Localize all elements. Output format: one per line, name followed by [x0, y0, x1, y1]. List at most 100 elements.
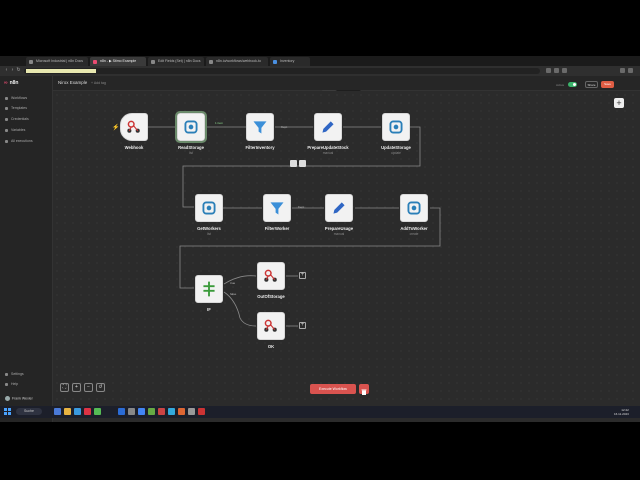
node-label: OutOfStorage: [257, 294, 285, 299]
node-webhook[interactable]: [120, 113, 148, 141]
browser-tab[interactable]: Inventory: [270, 57, 310, 66]
node-if[interactable]: [195, 275, 223, 303]
node-addtoworker[interactable]: [400, 194, 428, 222]
add-node-on-edge-button[interactable]: [290, 160, 297, 167]
sidebar-item-all-executions[interactable]: All executions: [5, 139, 33, 143]
sidebar-item-workflows[interactable]: Workflows: [5, 96, 27, 100]
workflow-name[interactable]: Nirox Example: [58, 80, 87, 85]
node-label: ReadStorage: [178, 145, 204, 150]
taskbar-app-icon[interactable]: [168, 408, 175, 415]
sidebar-item-help[interactable]: Help: [5, 382, 18, 386]
favicon-icon: [209, 60, 213, 64]
edge-label-kept: Kept: [281, 125, 288, 129]
gear-icon: [5, 372, 8, 376]
webhook-icon: [127, 120, 140, 133]
folder-icon[interactable]: [64, 408, 71, 415]
node-ok[interactable]: [257, 312, 285, 340]
key-icon: [5, 117, 8, 121]
pencil-icon: [322, 121, 334, 133]
sidebar-item-variables[interactable]: Variables: [5, 128, 25, 132]
share-button[interactable]: Share: [585, 81, 598, 88]
chrome-icon[interactable]: [138, 408, 145, 415]
taskbar-app-icon[interactable]: [188, 408, 195, 415]
filter-icon: [270, 202, 284, 215]
node-label: PrepareUsage: [324, 226, 354, 231]
sidebar-item-templates[interactable]: Templates: [5, 106, 27, 110]
webhook-icon: [264, 269, 277, 282]
node-subtitle: create: [409, 232, 419, 236]
pencil-icon: [333, 202, 345, 214]
browser-tab[interactable]: Microsoft Industrial | n8n Docs: [26, 57, 88, 66]
user-menu[interactable]: Frank Wexler: [5, 396, 33, 401]
filter-icon: [253, 121, 267, 134]
extension-icon[interactable]: [554, 68, 559, 73]
address-bar-url-redacted: [26, 69, 96, 73]
zoom-in-icon[interactable]: +: [72, 383, 81, 392]
node-getworkers[interactable]: [195, 194, 223, 222]
taskbar-app-icon[interactable]: [128, 408, 135, 415]
taskbar-app-icon[interactable]: [158, 408, 165, 415]
node-outofstorage[interactable]: [257, 262, 285, 290]
node-prepareusage[interactable]: [325, 194, 353, 222]
active-toggle[interactable]: [568, 82, 577, 87]
taskbar-app-icon[interactable]: [118, 408, 125, 415]
profile-icon[interactable]: [620, 68, 625, 73]
add-node-panel-button[interactable]: +: [614, 98, 624, 108]
taskbar-app-icon[interactable]: [148, 408, 155, 415]
node-updatestorage[interactable]: [382, 113, 410, 141]
trigger-bolt-icon: ⚡: [112, 125, 120, 131]
browser-tab[interactable]: n8n.io/workflows/webhook-to: [206, 57, 268, 66]
system-clock[interactable]: 12:22 16.11.2023: [614, 408, 629, 416]
taskbar-search[interactable]: Suche: [16, 408, 42, 415]
workflow-header: Nirox Example + Add tag: [53, 76, 640, 91]
node-subtitle: update: [391, 151, 401, 155]
reset-zoom-icon[interactable]: ↺: [96, 383, 105, 392]
edge-browser-icon[interactable]: [74, 408, 81, 415]
node-filterinventory[interactable]: [246, 113, 274, 141]
reload-icon[interactable]: ↻: [16, 68, 21, 73]
node-subtitle: list: [189, 151, 193, 155]
node-filterworker[interactable]: [263, 194, 291, 222]
zoom-to-fit-icon[interactable]: ⛶: [60, 383, 69, 392]
taskbar-app-icon[interactable]: [54, 408, 61, 415]
browser-tab[interactable]: Edit Fields (Set) | n8n Docs: [148, 57, 204, 66]
node-label: FilterInventory: [245, 145, 275, 150]
avatar: [5, 396, 10, 401]
node-subtitle: manual: [322, 151, 334, 155]
app-logo[interactable]: ∞ n8n: [4, 80, 18, 86]
os-taskbar: Suche 12:22 16.11.2023: [0, 406, 640, 418]
menu-icon[interactable]: [628, 68, 633, 73]
taskbar-app-icon[interactable]: [84, 408, 91, 415]
extension-icon[interactable]: [546, 68, 551, 73]
sidebar-item-settings[interactable]: Settings: [5, 372, 24, 376]
extension-icon[interactable]: [562, 68, 567, 73]
windows-start-icon[interactable]: [4, 408, 11, 415]
forward-icon[interactable]: ›: [10, 68, 15, 73]
add-tag-button[interactable]: + Add tag: [91, 81, 106, 85]
active-label: Active: [556, 83, 565, 87]
node-readstorage[interactable]: [175, 111, 207, 143]
sidebar-item-credentials[interactable]: Credentials: [5, 117, 29, 121]
webhook-icon: [264, 319, 277, 332]
taskbar-app-icon[interactable]: [198, 408, 205, 415]
taskbar-app-icon[interactable]: [94, 408, 101, 415]
address-bar[interactable]: [24, 68, 540, 74]
database-icon: [407, 201, 421, 215]
delete-execution-button[interactable]: [359, 384, 369, 395]
execute-workflow-button[interactable]: Execute Workflow: [310, 384, 356, 394]
edge-label-true: true: [230, 281, 236, 285]
variables-icon: [5, 128, 8, 132]
node-label: GetWorkers: [197, 226, 221, 231]
taskbar-app-icon[interactable]: [178, 408, 185, 415]
back-icon[interactable]: ‹: [4, 68, 9, 73]
node-label: AddToWorker: [400, 226, 428, 231]
node-prepareupdatestock[interactable]: [314, 113, 342, 141]
add-node-button[interactable]: +: [299, 322, 306, 329]
browser-tab-active[interactable]: n8n - ▶ Stimo Example: [90, 57, 146, 66]
browser-tab-bar: Microsoft Industrial | n8n Docs n8n - ▶ …: [0, 56, 640, 66]
zoom-out-icon[interactable]: −: [84, 383, 93, 392]
node-label: PrepareUpdateStock: [307, 145, 349, 150]
save-button[interactable]: Save: [601, 81, 614, 88]
delete-edge-button[interactable]: [299, 160, 306, 167]
add-node-button[interactable]: +: [299, 272, 306, 279]
